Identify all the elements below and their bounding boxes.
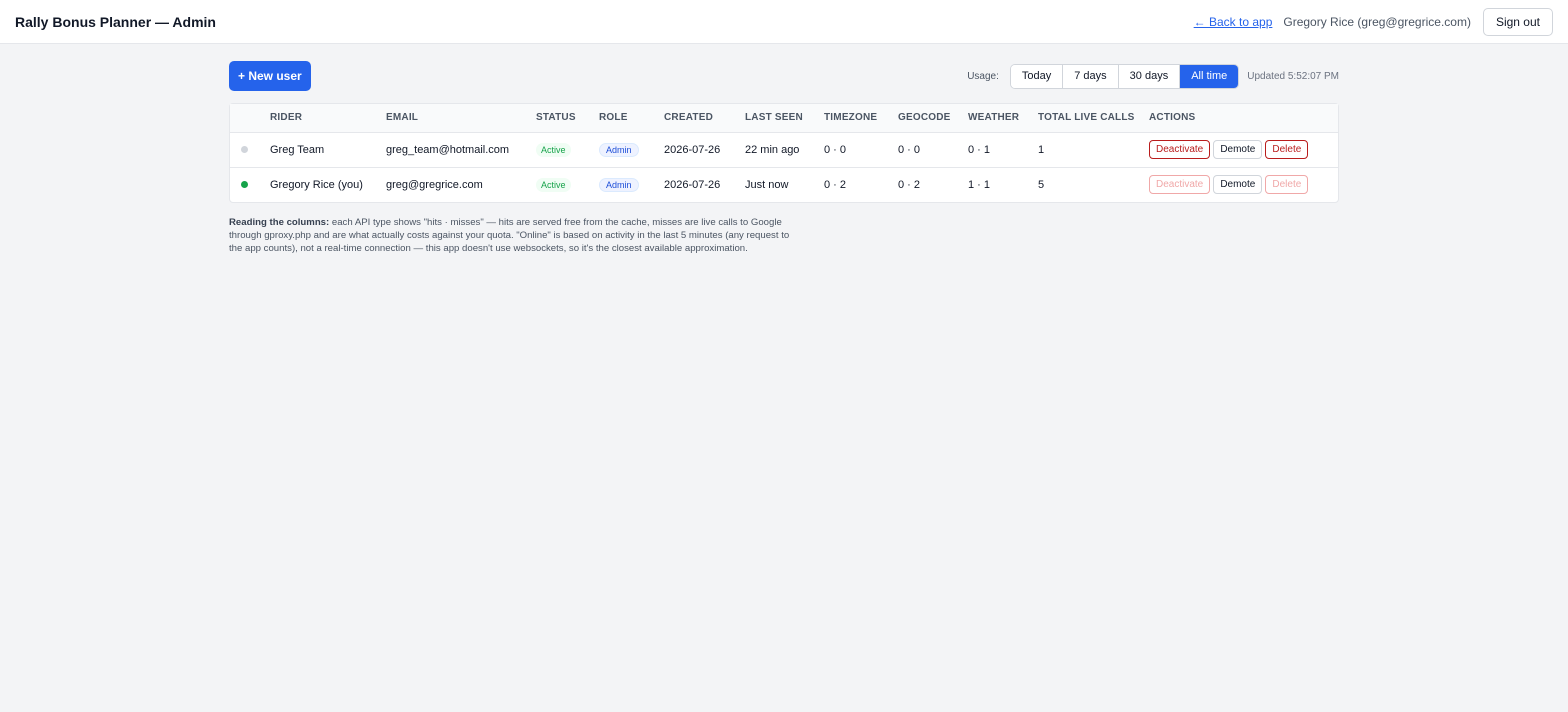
col-created: Created — [658, 104, 739, 133]
col-rider: Rider — [264, 104, 380, 133]
role-badge: Admin — [599, 142, 639, 157]
rider-email: greg@gregrice.com — [386, 178, 483, 191]
last-seen: Just now — [745, 178, 789, 191]
range-today-button[interactable]: Today — [1010, 64, 1064, 88]
demote-button[interactable]: Demote — [1213, 175, 1263, 195]
deactivate-button[interactable]: Deactivate — [1149, 140, 1211, 159]
role-badge: Admin — [599, 177, 639, 192]
rider-email: greg_team@hotmail.com — [380, 132, 530, 168]
geocode-calls: 0 · 2 — [898, 178, 921, 191]
columns-explanation-note: Reading the columns: each API type shows… — [229, 216, 799, 255]
geocode-calls: 0 · 0 — [892, 132, 962, 168]
rider-name: Gregory Rice (you) — [270, 178, 363, 191]
weather-calls: 0 · 1 — [962, 132, 1032, 168]
col-status: Status — [530, 104, 593, 133]
col-weather: Weather — [962, 104, 1032, 133]
col-total-live-calls: Total live calls — [1032, 104, 1143, 133]
timezone-calls: 0 · 2 — [824, 178, 847, 191]
col-role: Role — [593, 104, 658, 133]
col-last-seen: Last seen — [739, 104, 818, 133]
current-user: Gregory Rice (greg@gregrice.com) — [1283, 14, 1471, 29]
total-live-calls: 1 — [1032, 132, 1143, 168]
users-table-container: Rider Email Status Role Created Last see… — [229, 103, 1339, 203]
usage-label: Usage: — [967, 70, 999, 82]
sign-out-button[interactable]: Sign out — [1482, 7, 1553, 36]
online-status-dot — [241, 180, 248, 188]
delete-button: Delete — [1265, 175, 1309, 195]
row-actions: Deactivate Demote Delete — [1143, 167, 1338, 202]
delete-button[interactable]: Delete — [1265, 140, 1309, 159]
created-date: 2026-07-26 — [664, 178, 721, 191]
usage-controls: Usage: Today 7 days 30 days All time Upd… — [967, 63, 1339, 89]
range-7-days-button[interactable]: 7 days — [1063, 64, 1119, 88]
deactivate-button: Deactivate — [1149, 175, 1211, 195]
main-content: + New user Usage: Today 7 days 30 days A… — [229, 44, 1339, 255]
status-badge: Active — [536, 142, 571, 157]
back-to-app-link[interactable]: ← Back to app — [1194, 15, 1273, 29]
new-user-button[interactable]: + New user — [229, 61, 311, 91]
created-date: 2026-07-26 — [658, 132, 739, 168]
col-email: Email — [380, 104, 530, 133]
app-title: Rally Bonus Planner — Admin — [15, 13, 216, 30]
table-row: Greg Team greg_team@hotmail.com Active A… — [230, 132, 1338, 168]
rider-name: Greg Team — [264, 132, 380, 168]
toolbar: + New user Usage: Today 7 days 30 days A… — [229, 61, 1339, 91]
table-row: Gregory Rice (you) greg@gregrice.com Act… — [230, 167, 1338, 202]
note-lead: Reading the columns: — [229, 217, 330, 228]
status-badge: Active — [536, 177, 571, 192]
users-table: Rider Email Status Role Created Last see… — [230, 104, 1338, 202]
range-all-time-button[interactable]: All time — [1180, 64, 1239, 88]
table-header-row: Rider Email Status Role Created Last see… — [230, 104, 1338, 133]
range-30-days-button[interactable]: 30 days — [1118, 64, 1181, 88]
timezone-calls: 0 · 0 — [818, 132, 892, 168]
top-bar-right: ← Back to app Gregory Rice (greg@gregric… — [1194, 7, 1553, 36]
col-actions: Actions — [1143, 104, 1338, 133]
col-timezone: Timezone — [818, 104, 892, 133]
col-geocode: Geocode — [892, 104, 962, 133]
updated-timestamp: Updated 5:52:07 PM — [1247, 70, 1339, 82]
weather-calls: 1 · 1 — [968, 178, 991, 191]
row-actions: Deactivate Demote Delete — [1143, 132, 1338, 168]
top-bar: Rally Bonus Planner — Admin ← Back to ap… — [0, 0, 1568, 44]
col-online — [230, 104, 264, 133]
total-live-calls: 5 — [1038, 178, 1045, 191]
usage-range-selector: Today 7 days 30 days All time — [1009, 63, 1240, 89]
demote-button[interactable]: Demote — [1213, 140, 1263, 159]
offline-status-dot — [241, 145, 248, 153]
last-seen: 22 min ago — [739, 132, 818, 168]
